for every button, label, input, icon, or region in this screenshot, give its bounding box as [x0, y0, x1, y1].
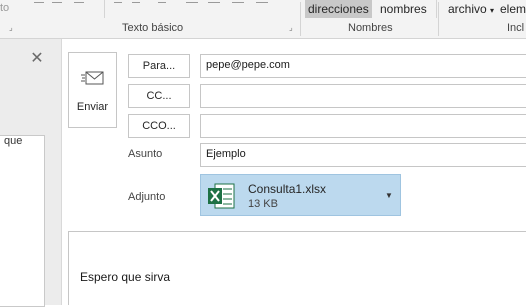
attachment-name: Consulta1.xlsx — [248, 182, 327, 196]
justify-icon[interactable] — [256, 2, 268, 3]
left-list-panel — [0, 135, 45, 307]
subject-field[interactable]: Ejemplo — [200, 143, 526, 167]
to-field[interactable]: pepe@pepe.com — [200, 54, 526, 78]
close-icon[interactable]: ✕ — [29, 51, 45, 67]
attachment-chip[interactable]: Consulta1.xlsx 13 KB ▼ — [200, 174, 401, 216]
attach-file-label: archivo — [448, 2, 487, 16]
font-icon[interactable] — [52, 2, 62, 3]
chevron-down-icon: ▾ — [490, 6, 495, 15]
send-envelope-icon — [81, 71, 104, 85]
divider — [104, 0, 105, 18]
group-label-nombres: Nombres — [348, 22, 393, 34]
send-button[interactable]: Enviar — [68, 52, 117, 128]
message-body[interactable]: Espero que sirva — [68, 231, 526, 305]
excel-file-icon — [208, 183, 235, 209]
ribbon: to direcciones nombres archivo ▾ elem Te… — [0, 0, 526, 39]
check-names-button[interactable]: nombres — [377, 0, 430, 18]
group-divider — [300, 2, 301, 36]
cc-button[interactable]: CC... — [128, 84, 190, 108]
divider — [436, 0, 437, 18]
ribbon-fragment: to — [0, 2, 10, 14]
bcc-field[interactable] — [200, 114, 526, 138]
to-value: pepe@pepe.com — [206, 59, 290, 71]
attach-item-button[interactable]: elem — [497, 0, 526, 18]
attachment-size: 13 KB — [248, 198, 278, 210]
left-pane-text: que — [4, 135, 23, 147]
cc-field[interactable] — [200, 84, 526, 108]
numbering-icon[interactable] — [132, 2, 140, 3]
attach-file-button[interactable]: archivo ▾ — [445, 0, 497, 18]
bullets-icon[interactable] — [114, 2, 122, 3]
attachment-label: Adjunto — [128, 191, 166, 203]
to-button[interactable]: Para... — [128, 54, 190, 78]
align-right-icon[interactable] — [232, 2, 244, 3]
subject-value: Ejemplo — [206, 148, 246, 160]
align-center-icon[interactable] — [208, 2, 220, 3]
chevron-down-icon[interactable]: ▼ — [385, 191, 393, 200]
address-book-button[interactable]: direcciones — [305, 0, 372, 18]
group-label-texto-basico: Texto básico — [122, 22, 184, 34]
left-pane: ✕ que — [0, 39, 62, 307]
font-icon[interactable] — [74, 2, 84, 3]
font-icon[interactable] — [34, 2, 44, 3]
send-label: Enviar — [76, 101, 109, 113]
dialog-launcher-icon[interactable]: ⌟ — [289, 24, 297, 32]
group-divider — [438, 2, 439, 36]
group-label-incluir: Incl — [507, 22, 525, 34]
indent-icon[interactable] — [158, 2, 166, 3]
subject-label: Asunto — [128, 148, 163, 160]
align-left-icon[interactable] — [186, 2, 198, 3]
ribbon-top-row: to direcciones nombres archivo ▾ elem — [0, 0, 526, 18]
dialog-launcher-icon[interactable]: ⌟ — [9, 24, 17, 32]
message-body-text: Espero que sirva — [80, 270, 171, 284]
bcc-button[interactable]: CCO... — [128, 114, 190, 138]
